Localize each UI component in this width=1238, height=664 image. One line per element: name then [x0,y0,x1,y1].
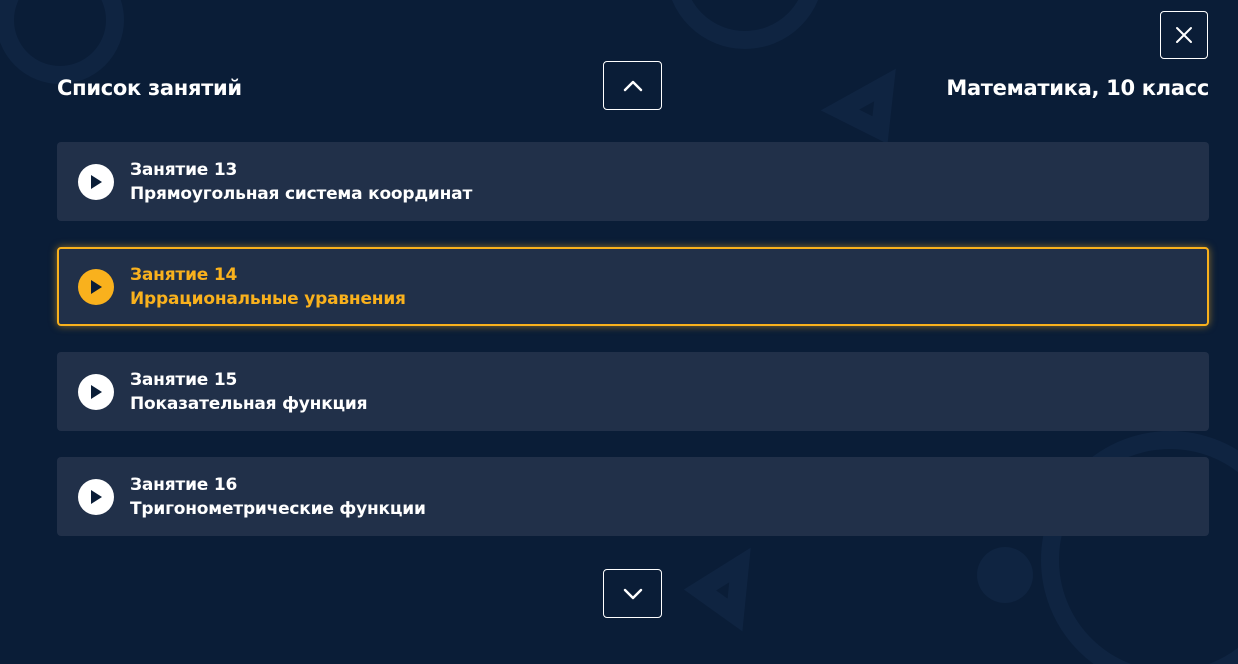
play-icon[interactable] [78,479,114,515]
lesson-list: Занятие 13 Прямоугольная система координ… [57,142,1209,562]
play-icon[interactable] [78,269,114,305]
lesson-item-active[interactable]: Занятие 14 Иррациональные уравнения [57,247,1209,326]
lesson-number: Занятие 13 [130,160,238,180]
lesson-text: Занятие 16 Тригонометрические функции [130,473,426,521]
lesson-number: Занятие 15 [130,370,238,390]
lesson-item[interactable]: Занятие 15 Показательная функция [57,352,1209,431]
play-icon[interactable] [78,164,114,200]
lesson-number: Занятие 16 [130,475,238,495]
scroll-up-button[interactable] [603,61,662,110]
lesson-item[interactable]: Занятие 16 Тригонометрические функции [57,457,1209,536]
lesson-text: Занятие 13 Прямоугольная система координ… [130,158,472,206]
lesson-topic: Прямоугольная система координат [130,184,473,204]
play-icon[interactable] [78,374,114,410]
lesson-topic: Иррациональные уравнения [130,289,406,309]
lesson-topic: Показательная функция [130,394,368,414]
lesson-item[interactable]: Занятие 13 Прямоугольная система координ… [57,142,1209,221]
chevron-down-icon [623,588,642,599]
scroll-down-button[interactable] [603,569,662,618]
lesson-text: Занятие 15 Показательная функция [130,368,368,416]
close-button[interactable] [1160,11,1208,59]
chevron-up-icon [623,80,642,91]
lesson-number: Занятие 14 [130,265,238,285]
close-icon [1176,27,1192,43]
subject-label: Математика, 10 класс [946,76,1209,100]
lesson-topic: Тригонометрические функции [130,499,426,519]
page-title: Список занятий [57,76,242,100]
lesson-text: Занятие 14 Иррациональные уравнения [130,263,406,311]
